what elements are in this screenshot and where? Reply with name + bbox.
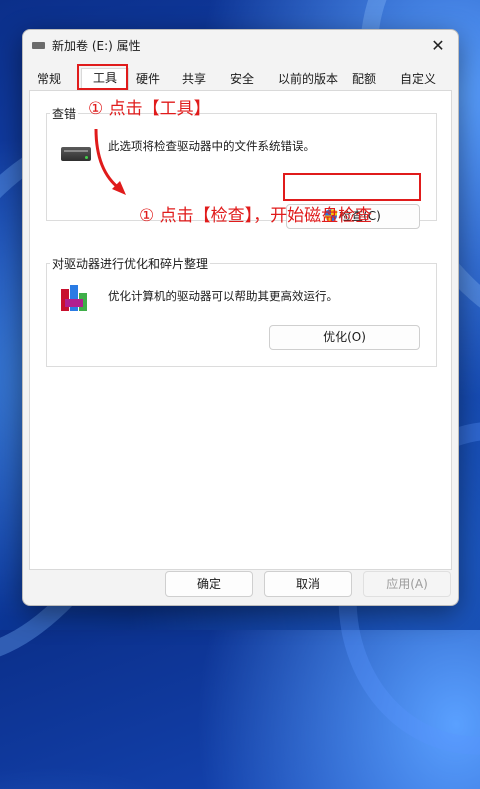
- tab-previous-versions[interactable]: 以前的版本: [276, 70, 340, 89]
- annotation-arrow: [94, 128, 126, 195]
- title-bar[interactable]: 新加卷 (E:) 属性 ✕: [23, 30, 458, 60]
- tab-sharing[interactable]: 共享: [177, 70, 211, 89]
- optimize-group: [46, 263, 437, 367]
- optimize-button[interactable]: 优化(O): [269, 325, 420, 350]
- defrag-icon: [61, 285, 87, 313]
- check-button-highlight: [283, 173, 421, 201]
- cancel-button[interactable]: 取消: [264, 571, 352, 597]
- tab-hardware[interactable]: 硬件: [131, 70, 165, 89]
- window-title: 新加卷 (E:) 属性: [52, 39, 141, 53]
- tab-quota[interactable]: 配额: [347, 70, 381, 89]
- tab-customize[interactable]: 自定义: [394, 70, 442, 89]
- drive-icon: [32, 42, 45, 49]
- optimize-title: 对驱动器进行优化和碎片整理: [50, 255, 211, 272]
- optimize-description: 优化计算机的驱动器可以帮助其更高效运行。: [108, 289, 338, 303]
- error-check-title: 查错: [50, 105, 79, 122]
- tab-security[interactable]: 安全: [225, 70, 259, 89]
- ok-button[interactable]: 确定: [165, 571, 253, 597]
- tab-general[interactable]: 常规: [33, 70, 65, 89]
- annotation-step2: ① 点击【检查】，开始磁盘检查: [139, 206, 373, 226]
- hard-drive-icon: [61, 147, 91, 161]
- tools-tab-highlight: [77, 64, 128, 90]
- apply-button[interactable]: 应用(A): [363, 571, 451, 597]
- close-button[interactable]: ✕: [424, 34, 452, 58]
- annotation-step1: ① 点击【工具】: [88, 99, 211, 119]
